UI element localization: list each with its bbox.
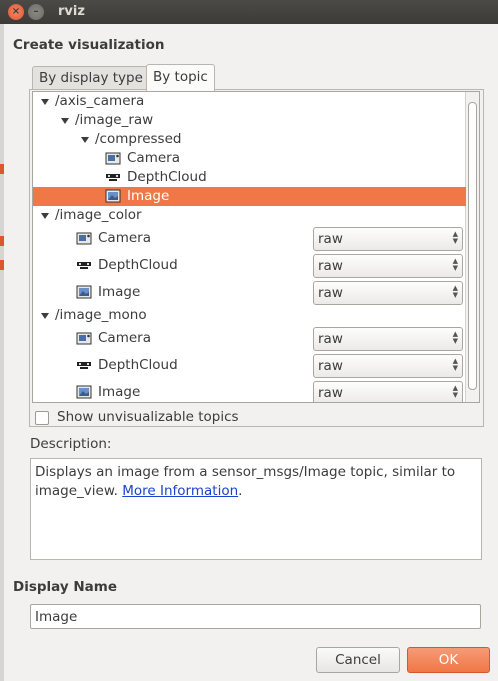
expand-arrow-icon[interactable] (81, 137, 89, 143)
depthcloud-icon (76, 258, 92, 272)
transport-combo[interactable]: raw ▲ ▼ (313, 327, 463, 351)
transport-value: raw (318, 258, 343, 274)
scrollbar-thumb[interactable] (468, 102, 477, 390)
tree-display-row[interactable]: Camera raw ▲ ▼ (33, 326, 466, 352)
tree-display-label: Image (98, 384, 141, 400)
expand-arrow-icon[interactable] (41, 313, 49, 319)
tree-display-label: Camera (98, 230, 151, 246)
cancel-button[interactable]: Cancel (316, 647, 400, 673)
tree-display-row[interactable]: DepthCloud raw ▲ ▼ (33, 353, 466, 379)
display-name-label: Display Name (13, 579, 117, 595)
tree-display-label: Camera (127, 150, 180, 166)
transport-combo[interactable]: raw ▲ ▼ (313, 281, 463, 305)
depthcloud-icon (76, 358, 92, 372)
tab-by-display-type[interactable]: By display type (32, 66, 150, 90)
more-information-link[interactable]: More Information (122, 483, 238, 499)
image-icon (76, 285, 92, 299)
minimize-window-button[interactable]: – (28, 4, 44, 20)
tree-topic-label: /image_color (55, 207, 142, 223)
transport-combo[interactable]: raw ▲ ▼ (313, 381, 463, 402)
show-unvisualizable-label[interactable]: Show unvisualizable topics (57, 409, 239, 425)
expand-arrow-icon[interactable] (61, 118, 69, 124)
tree-display-label: DepthCloud (127, 169, 207, 185)
description-suffix: . (238, 483, 243, 499)
tree-topic-row[interactable]: /image_color (33, 206, 466, 225)
depthcloud-icon (105, 170, 121, 184)
edge-marker (0, 164, 4, 174)
title-bar: × – rviz (0, 0, 498, 24)
tree-topic-row[interactable]: /compressed (33, 130, 466, 149)
window-title: rviz (58, 4, 85, 19)
transport-combo[interactable]: raw ▲ ▼ (313, 354, 463, 378)
show-unvisualizable-checkbox[interactable] (35, 411, 49, 425)
camera-icon (76, 231, 92, 245)
display-name-input[interactable] (30, 604, 481, 629)
tree-topic-row[interactable]: /axis_camera (33, 92, 466, 111)
ok-button[interactable]: OK (407, 647, 490, 673)
combo-arrows-icon: ▲ ▼ (452, 384, 458, 399)
tree-topic-row[interactable]: /image_mono (33, 306, 466, 325)
combo-arrows-icon: ▲ ▼ (452, 357, 458, 372)
image-icon (76, 385, 92, 399)
transport-value: raw (318, 331, 343, 347)
transport-value: raw (318, 358, 343, 374)
tree-display-row[interactable]: DepthCloud (33, 168, 466, 187)
expand-arrow-icon[interactable] (41, 213, 49, 219)
camera-icon (76, 331, 92, 345)
transport-combo[interactable]: raw ▲ ▼ (313, 227, 463, 251)
tree-display-label: Image (127, 188, 170, 204)
cancel-button-label: Cancel (335, 652, 381, 668)
tree-topic-row[interactable]: /image_raw (33, 111, 466, 130)
tree-display-label: DepthCloud (98, 357, 178, 373)
tree-display-row[interactable]: Image raw ▲ ▼ (33, 380, 466, 402)
edge-marker (0, 260, 4, 270)
tree-display-label: DepthCloud (98, 257, 178, 273)
background-window-edge (0, 24, 4, 681)
combo-arrows-icon: ▲ ▼ (452, 284, 458, 299)
combo-arrows-icon: ▲ ▼ (452, 230, 458, 245)
combo-arrows-icon: ▲ ▼ (452, 330, 458, 345)
transport-value: raw (318, 231, 343, 247)
expand-arrow-icon[interactable] (41, 99, 49, 105)
tree-topic-label: /image_mono (55, 307, 147, 323)
tree-topic-label: /axis_camera (55, 93, 145, 109)
combo-arrows-icon: ▲ ▼ (452, 257, 458, 272)
topic-tree[interactable]: /axis_camera/image_raw/compressed Camera D… (32, 91, 480, 403)
tree-display-row[interactable]: Image (33, 187, 466, 206)
close-window-button[interactable]: × (8, 4, 24, 20)
description-label: Description: (30, 436, 112, 452)
tree-display-row[interactable]: Camera raw ▲ ▼ (33, 226, 466, 252)
group-title: Create visualization (13, 37, 165, 53)
image-icon (105, 189, 121, 203)
tree-topic-label: /image_raw (75, 112, 154, 128)
tree-display-row[interactable]: DepthCloud raw ▲ ▼ (33, 253, 466, 279)
tab-by-topic[interactable]: By topic (146, 64, 215, 91)
tree-display-row[interactable]: Camera (33, 149, 466, 168)
ok-button-label: OK (438, 652, 459, 668)
vertical-scrollbar[interactable] (465, 92, 479, 402)
description-text: Displays an image from a sensor_msgs/Ima… (35, 464, 456, 499)
tree-display-row[interactable]: Image raw ▲ ▼ (33, 280, 466, 306)
tree-topic-label: /compressed (95, 131, 182, 147)
description-box: Displays an image from a sensor_msgs/Ima… (30, 458, 482, 560)
camera-icon (105, 151, 121, 165)
tree-display-label: Camera (98, 330, 151, 346)
transport-combo[interactable]: raw ▲ ▼ (313, 254, 463, 278)
tree-display-label: Image (98, 284, 141, 300)
transport-value: raw (318, 285, 343, 301)
edge-marker (0, 236, 4, 246)
transport-value: raw (318, 385, 343, 401)
